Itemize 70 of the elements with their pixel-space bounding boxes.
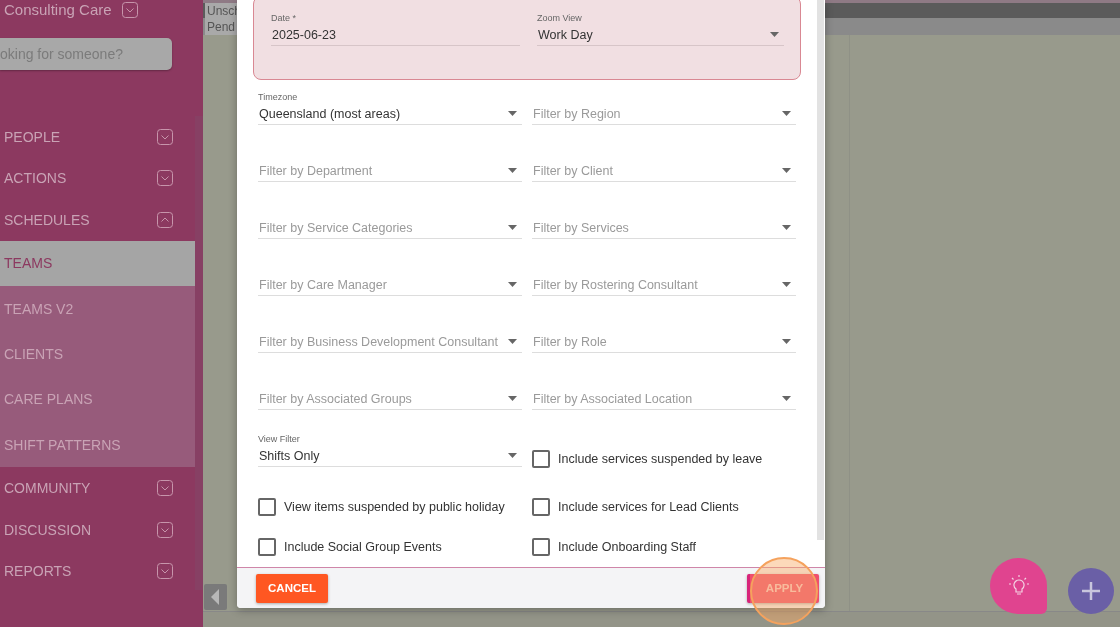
menu-item[interactable]: ACTIONS xyxy=(0,157,195,199)
submenu-item[interactable]: TEAMS V2 xyxy=(0,285,195,332)
apply-button[interactable]: APPLY xyxy=(747,573,819,603)
checkbox-label: Include Social Group Events xyxy=(284,540,442,554)
dropdown-field[interactable]: Filter by Role xyxy=(532,331,796,353)
chevron-down-icon[interactable] xyxy=(121,1,138,18)
menu-item[interactable]: PEOPLE xyxy=(0,116,195,158)
dropdown-caret-icon xyxy=(782,282,791,287)
dropdown-field[interactable]: Queensland (most areas) xyxy=(258,103,522,125)
dropdown-caret-icon xyxy=(508,225,517,230)
dropdown-caret-icon xyxy=(782,225,791,230)
menu-item[interactable]: SCHEDULES xyxy=(0,199,195,241)
row-label: Pend xyxy=(205,19,239,35)
menu-item[interactable]: REPORTS xyxy=(0,550,195,592)
checkbox-label: Include Onboarding Staff xyxy=(558,540,697,554)
dropdown-caret-icon xyxy=(508,396,517,401)
dropdown-caret-icon xyxy=(782,339,791,344)
dropdown-caret-icon xyxy=(508,282,517,287)
scroll-left-button[interactable] xyxy=(204,584,227,610)
chevron-up-icon[interactable] xyxy=(157,211,173,228)
dropdown-caret-icon xyxy=(782,168,791,173)
plus-icon xyxy=(1081,581,1101,601)
dropdown-field[interactable]: Filter by Associated Location xyxy=(532,388,796,410)
submenu-item[interactable]: SHIFT PATTERNS xyxy=(0,422,195,468)
checkbox-label: Include services suspended by leave xyxy=(558,451,763,466)
lightbulb-icon xyxy=(1008,575,1029,597)
field-label: Timezone xyxy=(258,92,299,103)
dropdown-field[interactable]: Work Day xyxy=(537,24,784,46)
field-label: Zoom View xyxy=(537,13,583,24)
date-field[interactable]: 2025-06-23 xyxy=(271,24,520,46)
chevron-down-icon[interactable] xyxy=(157,480,173,497)
checkbox-label: View items suspended by public holiday xyxy=(284,500,505,514)
dropdown-field[interactable]: Filter by Associated Groups xyxy=(258,388,522,410)
checkbox[interactable] xyxy=(258,538,276,556)
dropdown-caret-icon xyxy=(782,396,791,401)
dropdown-field[interactable]: Filter by Business Development Consultant xyxy=(258,331,522,353)
chevron-down-icon[interactable] xyxy=(157,563,173,580)
dropdown-caret-icon xyxy=(508,111,517,116)
checkbox[interactable] xyxy=(258,498,276,516)
dropdown-caret-icon xyxy=(770,32,779,37)
submenu-item[interactable]: CLIENTS xyxy=(0,331,195,377)
dropdown-field[interactable]: Filter by Region xyxy=(532,103,796,125)
chevron-down-icon[interactable] xyxy=(157,170,173,187)
dropdown-field[interactable]: Filter by Client xyxy=(532,160,796,182)
checkbox[interactable] xyxy=(532,449,550,468)
dropdown-caret-icon xyxy=(508,453,517,458)
submenu-item[interactable]: CARE PLANS xyxy=(0,376,195,423)
dropdown-field[interactable]: Shifts Only xyxy=(258,445,522,467)
checkbox[interactable] xyxy=(532,498,550,516)
chevron-down-icon[interactable] xyxy=(157,521,173,538)
dropdown-field[interactable]: Filter by Care Manager xyxy=(258,274,522,296)
checkbox-label: Include services for Lead Clients xyxy=(558,500,739,514)
field-label: View Filter xyxy=(258,434,301,445)
chevron-down-icon[interactable] xyxy=(157,128,173,145)
dropdown-field[interactable]: Filter by Service Categories xyxy=(258,217,522,239)
dropdown-field[interactable]: Filter by Department xyxy=(258,160,522,182)
submenu-item[interactable]: TEAMS xyxy=(0,240,195,286)
menu-item[interactable]: DISCUSSION xyxy=(0,508,195,551)
dialog-scrollbar[interactable] xyxy=(817,0,824,540)
menu-item[interactable]: COMMUNITY xyxy=(0,467,195,509)
sidebar-scrollbar[interactable] xyxy=(195,116,203,590)
field-label: Date * xyxy=(271,13,297,24)
dropdown-field[interactable]: Filter by Rostering Consultant xyxy=(532,274,796,296)
brand-name: Consulting Care xyxy=(4,0,112,19)
dropdown-field[interactable]: Filter by Services xyxy=(532,217,796,239)
cancel-button[interactable]: CANCEL xyxy=(256,573,328,603)
dropdown-caret-icon xyxy=(782,111,791,116)
dropdown-caret-icon xyxy=(508,339,517,344)
dropdown-caret-icon xyxy=(508,168,517,173)
checkbox[interactable] xyxy=(532,538,550,556)
